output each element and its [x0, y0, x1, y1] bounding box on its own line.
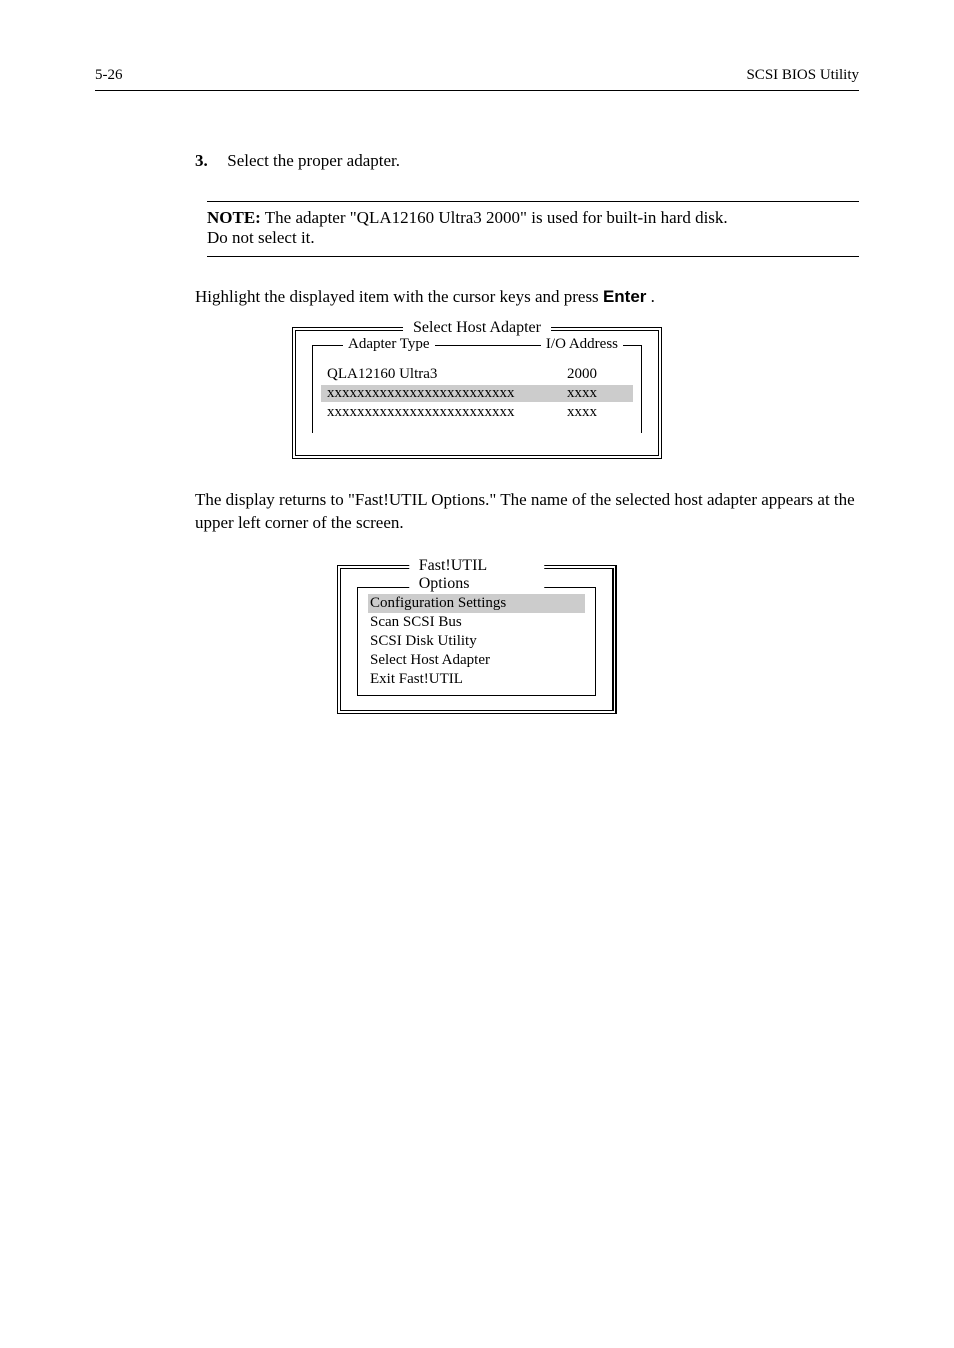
return-text: The display returns to "Fast!UTIL Option… — [195, 489, 859, 535]
select-host-adapter-box: Select Host Adapter Adapter Type I/O Add… — [292, 327, 662, 459]
sha-row[interactable]: xxxxxxxxxxxxxxxxxxxxxxxxx xxxx — [321, 404, 633, 421]
futil-item-exit[interactable]: Exit Fast!UTIL — [368, 670, 585, 689]
sha-col-io-address: I/O Address — [541, 336, 623, 353]
sha-cell-io: 2000 — [557, 366, 627, 383]
futil-item-scan[interactable]: Scan SCSI Bus — [368, 613, 585, 632]
sha-row[interactable]: xxxxxxxxxxxxxxxxxxxxxxxxx xxxx — [321, 385, 633, 402]
sha-cell-io: xxxx — [557, 385, 627, 402]
futil-title: Fast!UTIL Options — [409, 557, 545, 593]
sha-cell-type: QLA12160 Ultra3 — [327, 366, 557, 383]
section-title: SCSI BIOS Utility — [746, 67, 859, 84]
futil-item-selecthost[interactable]: Select Host Adapter — [368, 651, 585, 670]
highlight-suffix: . — [651, 287, 655, 306]
fastutil-options-box: Fast!UTIL Options Configuration Settings… — [337, 565, 617, 714]
step-number: 3. — [195, 151, 223, 171]
highlight-prefix: Highlight the displayed item with the cu… — [195, 287, 603, 306]
note-text-2: Do not select it. — [207, 228, 859, 248]
sha-title: Select Host Adapter — [403, 319, 551, 337]
futil-item-diskutil[interactable]: SCSI Disk Utility — [368, 632, 585, 651]
step-text: Select the proper adapter. — [227, 151, 400, 170]
page-number: 5-26 — [95, 67, 123, 84]
sha-table: QLA12160 Ultra3 2000 xxxxxxxxxxxxxxxxxxx… — [321, 366, 633, 421]
page-header: 5-26 SCSI BIOS Utility — [95, 50, 859, 91]
note-box: NOTE: The adapter "QLA12160 Ultra3 2000"… — [207, 201, 859, 257]
note-text-1: The adapter "QLA12160 Ultra3 2000" is us… — [265, 208, 728, 227]
sha-cell-type: xxxxxxxxxxxxxxxxxxxxxxxxx — [327, 404, 557, 421]
sha-col-adapter-type: Adapter Type — [343, 336, 435, 353]
futil-item-config[interactable]: Configuration Settings — [368, 594, 585, 613]
sha-row[interactable]: QLA12160 Ultra3 2000 — [321, 366, 633, 383]
highlight-instruction: Highlight the displayed item with the cu… — [195, 287, 859, 307]
sha-cell-type: xxxxxxxxxxxxxxxxxxxxxxxxx — [327, 385, 557, 402]
note-label: NOTE: — [207, 208, 261, 227]
enter-key-label: Enter — [603, 287, 646, 306]
sha-cell-io: xxxx — [557, 404, 627, 421]
step-line: 3. Select the proper adapter. — [195, 151, 859, 171]
